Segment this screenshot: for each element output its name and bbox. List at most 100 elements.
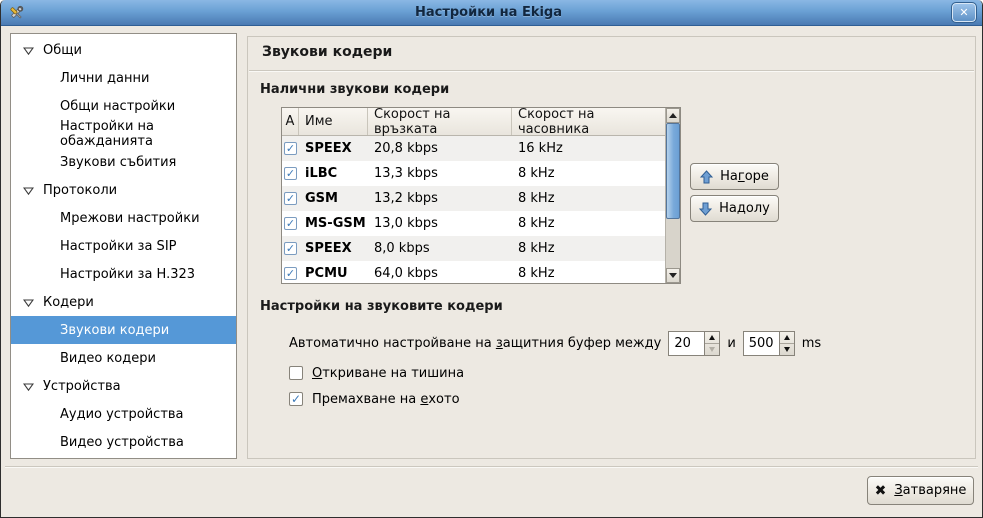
silence-detection-label: Откриване на тишина (312, 366, 464, 381)
close-button[interactable]: ✖ Затваряне (867, 476, 974, 505)
arrow-up-icon (700, 170, 713, 184)
close-button-label: Затваряне (894, 483, 966, 498)
table-row[interactable]: ✓ MS-GSM 13,0 kbps 8 kHz (282, 211, 665, 236)
codec-enabled-checkbox[interactable]: ✓ (284, 242, 297, 255)
codec-bitrate: 13,2 kbps (368, 191, 512, 206)
table-row[interactable]: ✓ GSM 13,2 kbps 8 kHz (282, 186, 665, 211)
sidebar-item-label: Общи (43, 43, 82, 58)
check-icon: ✓ (286, 168, 295, 179)
echo-cancellation-option[interactable]: ✓ Премахване на ехото (289, 390, 460, 408)
move-up-button[interactable]: Нагоре (690, 163, 779, 190)
close-icon: ✕ (959, 6, 968, 19)
check-icon: ✓ (286, 143, 295, 154)
scrollbar-thumb[interactable] (666, 123, 680, 219)
arrow-down-icon (669, 273, 677, 278)
sidebar-item-label: Видео кодери (60, 351, 156, 366)
preferences-window: Настройки на Ekiga ✕ Общи Лични данни Об… (0, 0, 983, 518)
move-down-button[interactable]: Надолу (690, 195, 779, 222)
button-label: Нагоре (720, 169, 769, 184)
spin-down-button[interactable] (705, 344, 719, 355)
sidebar-item-label: Кодери (43, 295, 94, 310)
expander-icon[interactable] (22, 296, 34, 308)
vertical-scrollbar[interactable] (665, 108, 680, 283)
table-row[interactable]: ✓ SPEEX 8,0 kbps 8 kHz (282, 236, 665, 261)
spinner-steppers (704, 332, 719, 355)
sidebar-item-label: Настройки за SIP (60, 239, 177, 254)
sidebar-item-protocols[interactable]: Протоколи (11, 176, 236, 204)
tools-icon (7, 4, 25, 22)
column-header-bitrate[interactable]: Скорост на връзката (368, 108, 512, 135)
codec-bitrate: 64,0 kbps (368, 266, 512, 281)
sidebar-item-audio-devices[interactable]: Аудио устройства (11, 400, 236, 428)
codec-enabled-checkbox[interactable]: ✓ (284, 192, 297, 205)
arrow-up-icon (784, 335, 790, 340)
check-icon: ✓ (286, 193, 295, 204)
sidebar-item-call-options[interactable]: Настройки на обажданията (11, 120, 236, 148)
column-header-active[interactable]: A (282, 108, 299, 135)
sidebar-item-sip-settings[interactable]: Настройки за SIP (11, 232, 236, 260)
spin-up-button[interactable] (705, 332, 719, 344)
codec-settings-heading: Настройки на звуковите кодери (260, 299, 503, 314)
codec-bitrate: 20,8 kbps (368, 141, 512, 156)
echo-cancellation-checkbox[interactable]: ✓ (289, 392, 303, 406)
codec-clockrate: 8 kHz (512, 266, 665, 281)
sidebar-item-devices[interactable]: Устройства (11, 372, 236, 400)
codec-enabled-checkbox[interactable]: ✓ (284, 167, 297, 180)
scrollbar-track[interactable] (666, 219, 680, 268)
codec-name: MS-GSM (299, 216, 368, 231)
codec-enabled-checkbox[interactable]: ✓ (284, 267, 297, 280)
sidebar-item-label: Мрежови настройки (60, 211, 200, 226)
echo-cancellation-label: Премахване на ехото (312, 392, 460, 407)
arrow-up-icon (709, 335, 715, 340)
expander-icon[interactable] (22, 380, 34, 392)
codec-enabled-checkbox[interactable]: ✓ (284, 142, 297, 155)
arrow-up-icon (669, 113, 677, 118)
spin-up-button[interactable] (780, 332, 794, 344)
jitter-conjunction-label: и (727, 336, 735, 351)
silence-detection-checkbox[interactable] (289, 366, 303, 380)
main-panel: Звукови кодери Налични звукови кодери A … (247, 36, 976, 459)
spin-down-button[interactable] (780, 344, 794, 355)
sidebar-item-personal-data[interactable]: Лични данни (11, 64, 236, 92)
codec-enabled-checkbox[interactable]: ✓ (284, 217, 297, 230)
available-codecs-heading: Налични звукови кодери (260, 82, 449, 97)
column-header-clockrate[interactable]: Скорост на часовника (512, 108, 665, 135)
window-close-button[interactable]: ✕ (952, 3, 976, 22)
jitter-max-input[interactable] (744, 332, 779, 355)
sidebar-item-codecs[interactable]: Кодери (11, 288, 236, 316)
column-header-name[interactable]: Име (299, 108, 368, 135)
jitter-min-input[interactable] (669, 332, 704, 355)
sidebar-item-video-devices[interactable]: Видео устройства (11, 428, 236, 456)
sidebar-item-audio-codecs[interactable]: Звукови кодери (11, 316, 236, 344)
sidebar-item-label: Лични данни (60, 71, 149, 86)
button-label: Надолу (719, 201, 770, 216)
silence-detection-option[interactable]: Откриване на тишина (289, 364, 464, 382)
window-title: Настройки на Ekiga (25, 5, 952, 20)
codec-name: GSM (299, 191, 368, 206)
codec-clockrate: 8 kHz (512, 191, 665, 206)
arrow-down-icon (709, 347, 715, 352)
codec-name: SPEEX (299, 241, 368, 256)
sidebar-item-label: Общи настройки (60, 99, 175, 114)
table-row[interactable]: ✓ SPEEX 20,8 kbps 16 kHz (282, 136, 665, 161)
sidebar-item-video-codecs[interactable]: Видео кодери (11, 344, 236, 372)
page-title: Звукови кодери (262, 44, 392, 60)
preferences-tree: Общи Лични данни Общи настройки Настройк… (10, 33, 237, 459)
jitter-buffer-label: Автоматично настройване на защитния буфе… (289, 336, 661, 351)
sidebar-item-sound-events[interactable]: Звукови събития (11, 148, 236, 176)
table-row[interactable]: ✓ iLBC 13,3 kbps 8 kHz (282, 161, 665, 186)
close-x-icon: ✖ (875, 484, 887, 498)
scroll-down-button[interactable] (666, 268, 680, 283)
sidebar-item-label: Устройства (43, 379, 121, 394)
sidebar-item-general-settings[interactable]: Общи настройки (11, 92, 236, 120)
sidebar-item-general[interactable]: Общи (11, 36, 236, 64)
codec-clockrate: 8 kHz (512, 166, 665, 181)
sidebar-item-h323-settings[interactable]: Настройки за H.323 (11, 260, 236, 288)
table-row[interactable]: ✓ PCMU 64,0 kbps 8 kHz (282, 261, 665, 283)
expander-icon[interactable] (22, 44, 34, 56)
expander-icon[interactable] (22, 184, 34, 196)
titlebar[interactable]: Настройки на Ekiga ✕ (1, 0, 982, 26)
sidebar-item-network-settings[interactable]: Мрежови настройки (11, 204, 236, 232)
check-icon: ✓ (286, 218, 295, 229)
scroll-up-button[interactable] (666, 108, 680, 123)
